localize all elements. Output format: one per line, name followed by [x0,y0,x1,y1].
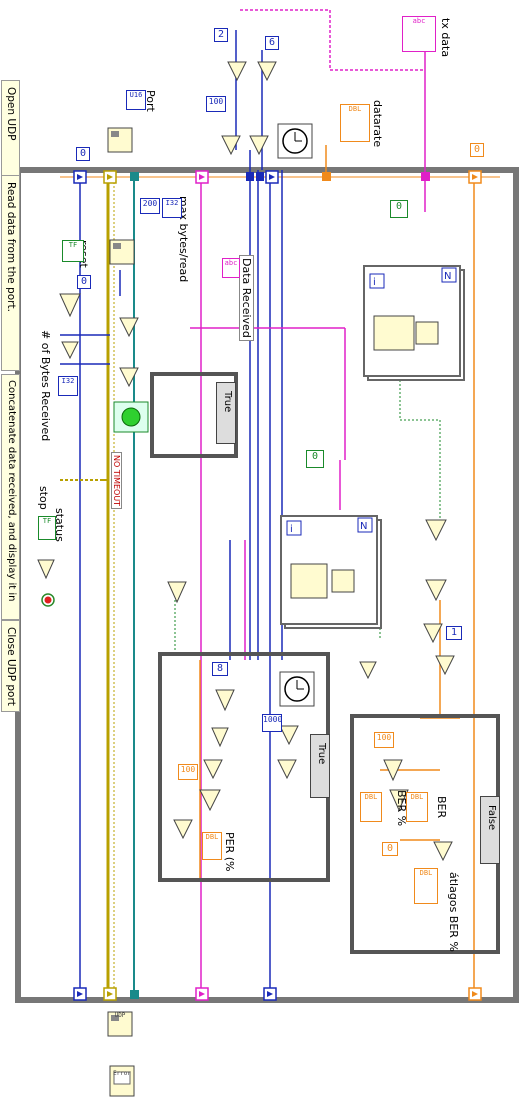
stop-control-terminal: TF [38,516,56,540]
ber-case-structure [350,714,500,954]
reset-control-terminal: TF [62,240,84,262]
datarate-indicator: DBL [340,104,370,142]
data-received-indicator: abc [222,258,240,278]
const-zero-right: 0 [470,143,484,157]
stop-label: stop [37,486,50,510]
comment-concatenate: Concatenate data received, and display i… [1,374,20,620]
const-hundred-ber: 100 [374,732,394,748]
case-selector-ber[interactable]: False [480,796,500,864]
const-zero-inner-2: 0 [306,450,324,468]
case-selector-timeout-text: True [222,391,233,413]
comment-close-udp-text: Close UDP port [5,627,17,706]
port-control-terminal: U16 [126,90,146,110]
max-bytes-terminal: I32 [162,198,182,218]
tx-data-label: tx data [439,18,452,58]
atlagos-ber-indicator: DBL [414,868,438,904]
const-eight: 8 [212,662,228,676]
status-led [113,401,149,433]
svg-text:N: N [360,521,367,532]
per-label: PER (% [223,832,236,872]
bytes-received-terminal: I32 [58,376,78,396]
const-zero-shift: 0 [382,842,398,856]
case-selector-per-text: True [316,743,327,765]
const-one: 1 [446,626,462,640]
const-zero-inner-1: 0 [390,200,408,218]
error-tag: Error [112,1070,132,1077]
bytes-received-label: # of Bytes Received [39,330,52,442]
ber-indicator-left: DBL [360,792,382,822]
udp-close-tag: UDP [114,1012,126,1019]
no-timeout-label: NO TIMEOUT [111,452,122,510]
const-six: 6 [265,36,279,50]
udp-open-icon [107,127,133,153]
stop-button-terminal [41,593,55,607]
for-loop-1: i N [363,265,465,381]
tx-data-control: abc [402,16,436,52]
tick-count-icon [279,671,315,707]
comment-read-data-text: Read data from the port. [5,182,17,312]
comment-open-udp: Open UDP [1,80,20,177]
udp-read-icon [109,239,135,265]
const-zero-top: 0 [76,147,90,161]
case-selector-ber-text: False [486,805,497,831]
const-200: 200 [140,198,160,214]
svg-text:i: i [373,277,376,288]
const-zero-mid: 0 [77,275,91,289]
const-hundred-per: 100 [178,764,198,780]
comment-concatenate-text: Concatenate data received, and display i… [6,380,17,602]
data-received-label: Data Received [239,255,254,341]
ber-indicator-right: DBL [406,792,428,822]
svg-text:i: i [290,524,293,535]
const-two: 2 [214,28,228,42]
case-selector-per[interactable]: True [310,734,330,798]
comment-open-udp-text: Open UDP [5,87,17,141]
comment-read-data: Read data from the port. [1,175,20,371]
svg-text:N: N [444,271,451,282]
const-hundred-top: 100 [206,96,226,112]
case-selector-timeout[interactable]: True [216,382,236,444]
atlagos-ber-label: átlagos BER % [447,872,460,952]
comment-close-udp: Close UDP port [1,620,20,712]
per-indicator: DBL [202,832,222,860]
const-1000: 1000 [262,714,282,732]
ber-label: BER [435,796,448,819]
datarate-label: datarate [371,100,384,148]
for-loop-2: i N [280,515,382,629]
wait-timer-icon [277,123,313,159]
